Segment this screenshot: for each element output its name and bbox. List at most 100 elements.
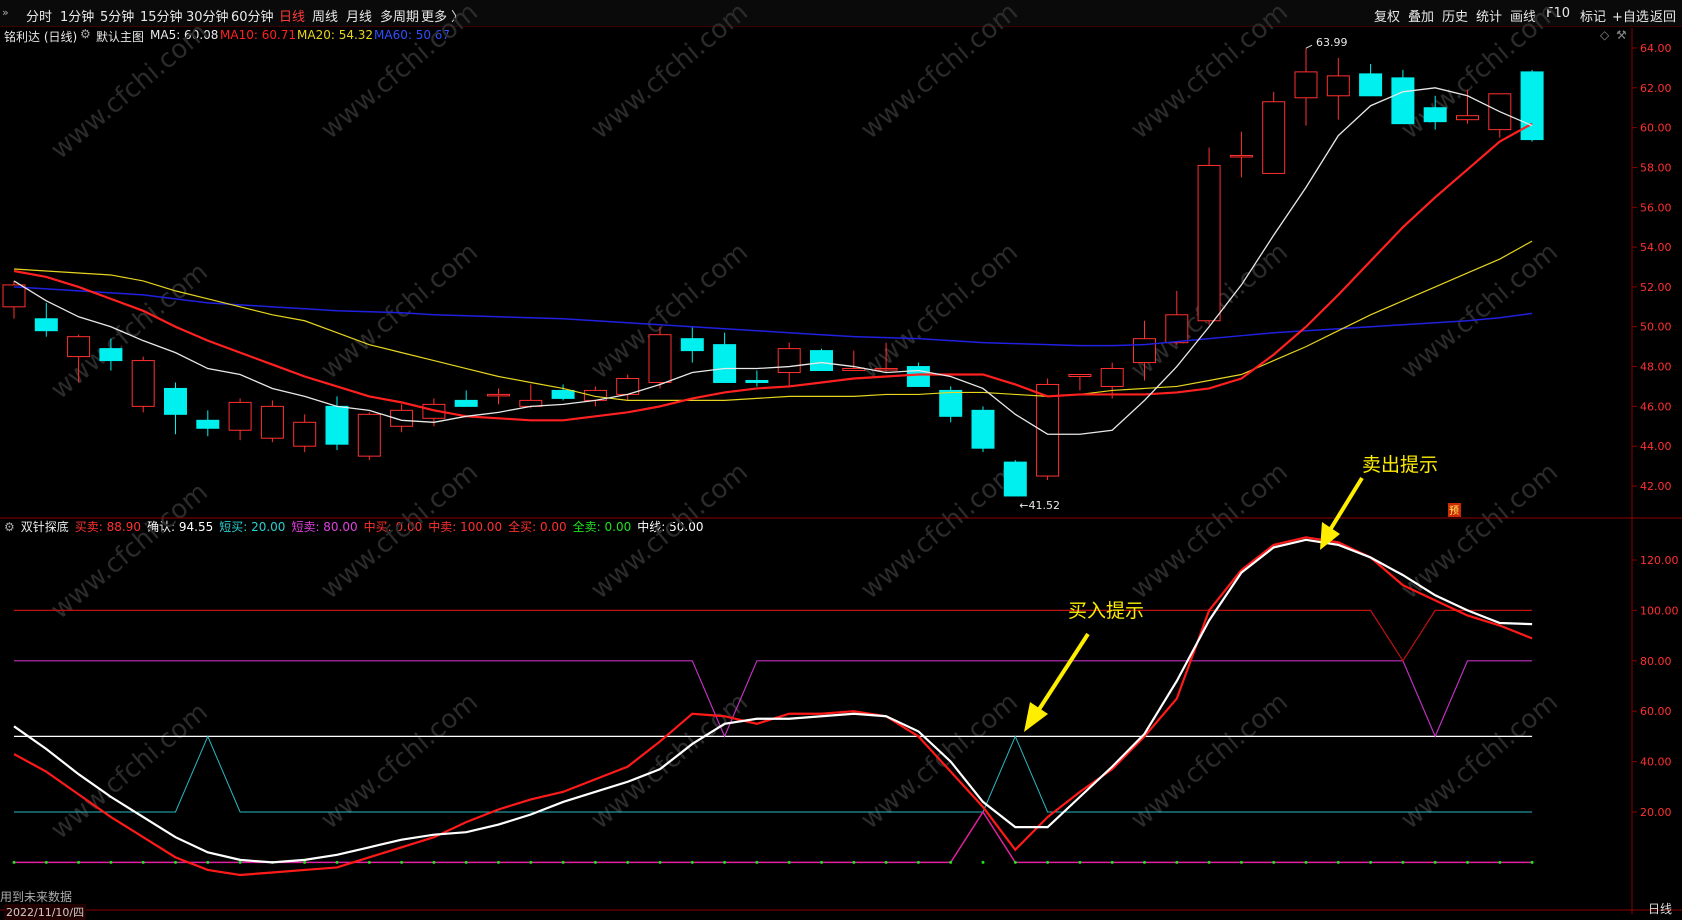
- watermark-text: www.cfchi.com: [1395, 687, 1564, 835]
- cursor-date: 2022/11/10/四: [4, 904, 87, 920]
- full-sell-dot: [916, 860, 920, 864]
- full-sell-dot: [820, 860, 823, 864]
- high-label: 63.99: [1316, 36, 1348, 49]
- full-sell-dot: [561, 860, 565, 864]
- full-sell-dot: [658, 860, 662, 864]
- candle-body: [1456, 115, 1479, 121]
- indicator-lines: [12, 536, 1534, 877]
- candle-body: [810, 350, 833, 372]
- candle-body: [1100, 368, 1124, 387]
- candle-body: [1229, 155, 1253, 158]
- candle-body: [1262, 101, 1286, 174]
- candle-body: [1003, 461, 1027, 497]
- full-sell-dot: [755, 860, 759, 864]
- price-tick-label: 58.00: [1640, 161, 1672, 174]
- candle-body: [648, 334, 672, 383]
- candle-body: [842, 368, 866, 372]
- ma60-line: [13, 286, 1533, 347]
- candle-body: [99, 348, 123, 362]
- watermark-text: www.cfchi.com: [315, 687, 484, 835]
- candle-body: [1520, 71, 1544, 141]
- watermark-text: www.cfchi.com: [315, 457, 484, 605]
- candle-body: [454, 399, 478, 407]
- price-tick-label: 54.00: [1640, 241, 1672, 254]
- sell-hint-arrow: [1328, 476, 1364, 532]
- candle-body: [1165, 314, 1189, 344]
- full-sell-dot: [174, 860, 177, 864]
- price-tick-label: 52.00: [1640, 281, 1672, 294]
- candle-body: [260, 405, 284, 439]
- candle-body: [1133, 338, 1156, 364]
- full-sell-dot: [723, 860, 727, 864]
- full-sell-dot: [1110, 860, 1114, 864]
- full-sell-dot: [12, 860, 16, 864]
- full-sell-dot: [1013, 860, 1017, 864]
- high-pointer: [1305, 44, 1313, 49]
- watermark-text: www.cfchi.com: [855, 0, 1024, 145]
- full-sell-dot: [432, 860, 436, 864]
- full-sell-dot: [787, 860, 791, 864]
- candle-body: [67, 336, 91, 358]
- candle-body: [906, 366, 930, 387]
- full-sell-dot: [529, 860, 533, 864]
- price-tick-label: 46.00: [1640, 400, 1672, 413]
- watermark-text: www.cfchi.com: [1125, 687, 1294, 835]
- full-sell-dot: [109, 860, 113, 864]
- candle-body: [2, 284, 26, 308]
- ma5-line: [13, 87, 1533, 435]
- ind-tick-label: 20.00: [1640, 806, 1672, 819]
- candle-body: [164, 387, 187, 415]
- full-sell-dot: [1369, 860, 1373, 864]
- axis-period-label: 日线: [1648, 902, 1673, 916]
- full-sell-dot: [1466, 860, 1469, 864]
- full-sell-dot: [1498, 860, 1502, 864]
- candle-body: [1294, 71, 1318, 99]
- short-buy-line: [14, 735, 1533, 813]
- full-sell-dot: [303, 860, 307, 864]
- kline-chart[interactable]: www.cfchi.com www.cfchi.com www.cfchi.com w…: [0, 0, 1682, 914]
- low-label: ←41.52: [1019, 499, 1060, 512]
- ind-tick-label: 100.00: [1640, 604, 1679, 617]
- watermark-text: www.cfchi.com: [585, 0, 754, 145]
- candle-body: [1197, 164, 1221, 322]
- full-sell-dot: [1336, 860, 1340, 864]
- candle-body: [228, 401, 252, 431]
- ind-tick-label: 120.00: [1640, 554, 1679, 567]
- watermark-text: www.cfchi.com: [1395, 237, 1564, 385]
- candle-body: [1359, 73, 1383, 97]
- candles: [2, 48, 1544, 497]
- watermark-text: www.cfchi.com: [1395, 457, 1564, 605]
- full-buy-line: [14, 810, 1533, 864]
- price-tick-label: 64.00: [1640, 42, 1672, 55]
- annotations: 63.99 ←41.52 预买入提示 卖出提示: [1019, 36, 1461, 732]
- candle-body: [1326, 75, 1350, 97]
- candle-body: [196, 419, 220, 429]
- candle-body: [713, 344, 737, 383]
- ma-lines: [13, 87, 1533, 435]
- full-sell-dot: [206, 860, 210, 864]
- ind-tick-label: 60.00: [1640, 705, 1672, 718]
- ind-tick-label: 80.00: [1640, 655, 1672, 668]
- price-tick-label: 44.00: [1640, 440, 1672, 453]
- candle-body: [939, 389, 963, 417]
- confirm-line: [13, 538, 1533, 864]
- candle-body: [1068, 374, 1092, 378]
- candle-body: [1036, 383, 1060, 477]
- watermark-text: www.cfchi.com: [855, 237, 1024, 385]
- sell-hint-label: 卖出提示: [1362, 454, 1438, 476]
- candle-body: [325, 405, 349, 445]
- buysell-line: [13, 536, 1533, 877]
- buy-hint-arrowhead: [1024, 702, 1048, 732]
- full-sell-dot: [141, 860, 145, 864]
- candle-body: [1423, 107, 1447, 123]
- price-tick-label: 62.00: [1640, 82, 1672, 95]
- watermark-text: www.cfchi.com: [855, 457, 1024, 605]
- full-sell-dot: [464, 860, 468, 864]
- full-sell-dot: [335, 860, 339, 864]
- full-sell-dot: [1239, 860, 1243, 864]
- candle-body: [874, 368, 898, 371]
- forecast-badge-text: 预: [1449, 505, 1459, 517]
- candle-body: [131, 360, 155, 407]
- full-sell-dot: [400, 860, 404, 864]
- candle-body: [971, 409, 995, 449]
